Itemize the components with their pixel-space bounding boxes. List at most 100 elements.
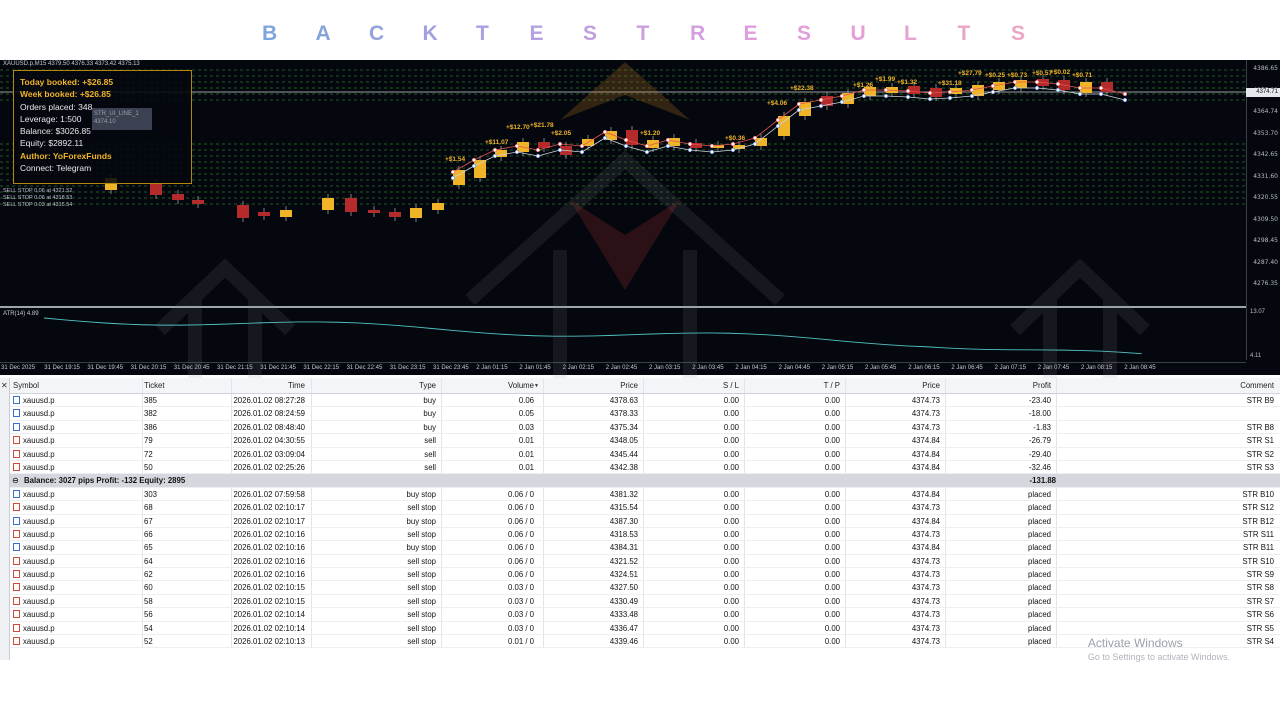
column-separator [845,420,846,434]
volume-cell: 0.06 / 0 [507,543,534,553]
volume-cell: 0.03 [518,422,534,432]
column-header[interactable]: T / P [746,378,840,393]
column-separator [311,554,312,568]
column-header[interactable]: Volume [443,378,534,393]
activate-windows-watermark: Activate Windows Go to Settings to activ… [1088,636,1230,662]
symbol-text: xauusd.p [23,623,55,633]
tooltip-line-price: 4374.10 [94,119,116,125]
balance-summary-row[interactable]: ⊖ Balance: 3027 pips Profit: -132 Equity:… [10,474,1280,488]
column-header[interactable]: Comment [1060,378,1274,393]
volume-cell: 0.06 / 0 [507,529,534,539]
price-cell: 4345.44 [609,449,638,459]
column-separator [1056,527,1057,541]
pending-order-row[interactable]: xauusd.p 56 2026.01.02 02:10:14 sell stop 0.… [10,608,1280,622]
position-row[interactable]: xauusd.p 72 2026.01.02 03:09:04 sell 0.01 434… [10,447,1280,461]
price-tick: 4320.55 [1253,194,1278,201]
watermark-line1: Activate Windows [1087,636,1183,650]
symbol-cell: xauusd.p [13,461,137,473]
ticket-cell: 386 [144,422,158,432]
position-row[interactable]: xauusd.p 386 2026.01.02 08:48:40 buy 0.03 437… [10,420,1280,435]
ticket-cell: 382 [144,409,158,419]
sort-descending-icon[interactable]: ▼ [534,378,539,394]
column-header[interactable]: Price [846,378,940,393]
pending-order-row[interactable]: xauusd.p 60 2026.01.02 02:10:15 sell stop 0.… [10,581,1280,595]
time-tick: 2 Jan 01:15 [476,365,508,371]
cur-cell: 4374.84 [911,516,940,526]
pending-order-row[interactable]: xauusd.p 65 2026.01.02 02:10:16 buy stop 0.0… [10,541,1280,555]
price-tick: 4309.50 [1253,215,1278,223]
symbol-text: xauusd.p [23,529,55,539]
symbol-text: xauusd.p [23,516,55,526]
column-separator [643,621,644,635]
total-profit: -131.88 [1029,476,1056,486]
position-row[interactable]: xauusd.p 385 2026.01.02 08:27:28 buy 0.06 437… [10,394,1280,408]
column-separator [945,554,946,568]
collapse-icon[interactable]: ⊖ [12,474,19,487]
column-separator [441,594,442,608]
column-separator [311,568,312,581]
subwindow-divider[interactable] [0,306,1246,308]
price-tick: 4364.74 [1253,108,1278,115]
comment-cell: STR S9 [1246,570,1274,580]
time-tick: 2 Jan 02:45 [605,365,638,371]
column-separator [311,460,312,474]
trade-marker [1098,91,1104,97]
price-cell: 4342.38 [609,462,638,472]
price-chart[interactable]: XAUUSD.p,M15 4379.50 4376.33 4373.42 437… [0,60,1280,375]
column-separator [543,487,544,501]
symbol-cell: xauusd.p [13,568,137,580]
column-separator [311,581,312,594]
column-separator [945,501,946,514]
position-row[interactable]: xauusd.p 50 2026.01.02 02:25:26 sell 0.01 434… [10,460,1280,475]
trade-marker [775,123,781,129]
time-cell: 2026.01.02 02:10:14 [233,610,305,620]
column-separator [142,581,143,594]
close-icon[interactable]: ✕ [1,381,8,390]
pending-order-row[interactable]: xauusd.p 62 2026.01.02 02:10:16 sell stop 0.… [10,568,1280,582]
type-cell: sell [424,462,436,472]
cur-cell: 4374.73 [911,637,940,647]
time-tick: 2 Jan 06:45 [951,365,983,371]
position-row[interactable]: xauusd.p 382 2026.01.02 08:24:59 buy 0.05 437… [10,407,1280,421]
price-tick: 4276.35 [1253,280,1278,287]
tp-cell: 0.00 [824,516,840,526]
pending-order-row[interactable]: xauusd.p 67 2026.01.02 02:10:17 buy stop 0.0… [10,514,1280,528]
title-letter: E [743,22,758,45]
ticket-cell: 303 [144,489,158,499]
price-cell: 4381.32 [609,489,638,499]
profit-cell: placed [1028,623,1051,633]
pending-order-row[interactable]: xauusd.p 64 2026.01.02 02:10:16 sell stop 0.… [10,554,1280,569]
pending-order-row[interactable]: xauusd.p 303 2026.01.02 07:59:58 buy stop 0.… [10,487,1280,502]
volume-cell: 0.01 [518,436,534,446]
column-separator [543,594,544,608]
column-header[interactable]: Symbol [13,378,137,393]
column-header[interactable]: Time [232,378,305,393]
time-tick: 2 Jan 06:15 [908,365,940,371]
column-separator [543,554,544,568]
column-header[interactable]: Profit [947,378,1051,393]
trade-marker [557,141,563,147]
column-separator [441,378,442,393]
column-header[interactable]: Ticket [144,378,226,393]
price-cell: 4384.31 [609,543,638,553]
pending-order-row[interactable]: xauusd.p 58 2026.01.02 02:10:15 sell stop 0.… [10,594,1280,609]
column-separator [744,621,745,635]
connect-telegram[interactable]: Connect: Telegram [20,162,185,174]
column-header[interactable]: Type [312,378,436,393]
trade-marker [1055,81,1061,87]
position-row[interactable]: xauusd.p 79 2026.01.02 04:30:55 sell 0.01 434… [10,434,1280,448]
pending-order-row[interactable]: xauusd.p 54 2026.01.02 02:10:14 sell stop 0.… [10,621,1280,636]
symbol-text: xauusd.p [23,489,55,499]
price-axis[interactable]: 4386.654375.914364.744353.704342.654331.… [1246,60,1280,360]
pending-order-row[interactable]: xauusd.p 66 2026.01.02 02:10:16 sell stop 0.… [10,527,1280,542]
column-header[interactable]: S / L [645,378,739,393]
profit-cell: -32.46 [1028,462,1051,472]
sell-order-icon [13,436,20,445]
column-separator [543,621,544,635]
time-axis[interactable]: 31 Dec 2025 31 Dec 19:15 31 Dec 19:45 31 De… [0,362,1246,374]
column-header[interactable]: Price [544,378,638,393]
trade-profit-label: +$0.73 [1007,72,1028,79]
current-price-tag: 4374.71 [1246,88,1280,97]
price-cell: 4336.47 [609,623,638,633]
pending-order-row[interactable]: xauusd.p 68 2026.01.02 02:10:17 sell stop 0.… [10,501,1280,515]
